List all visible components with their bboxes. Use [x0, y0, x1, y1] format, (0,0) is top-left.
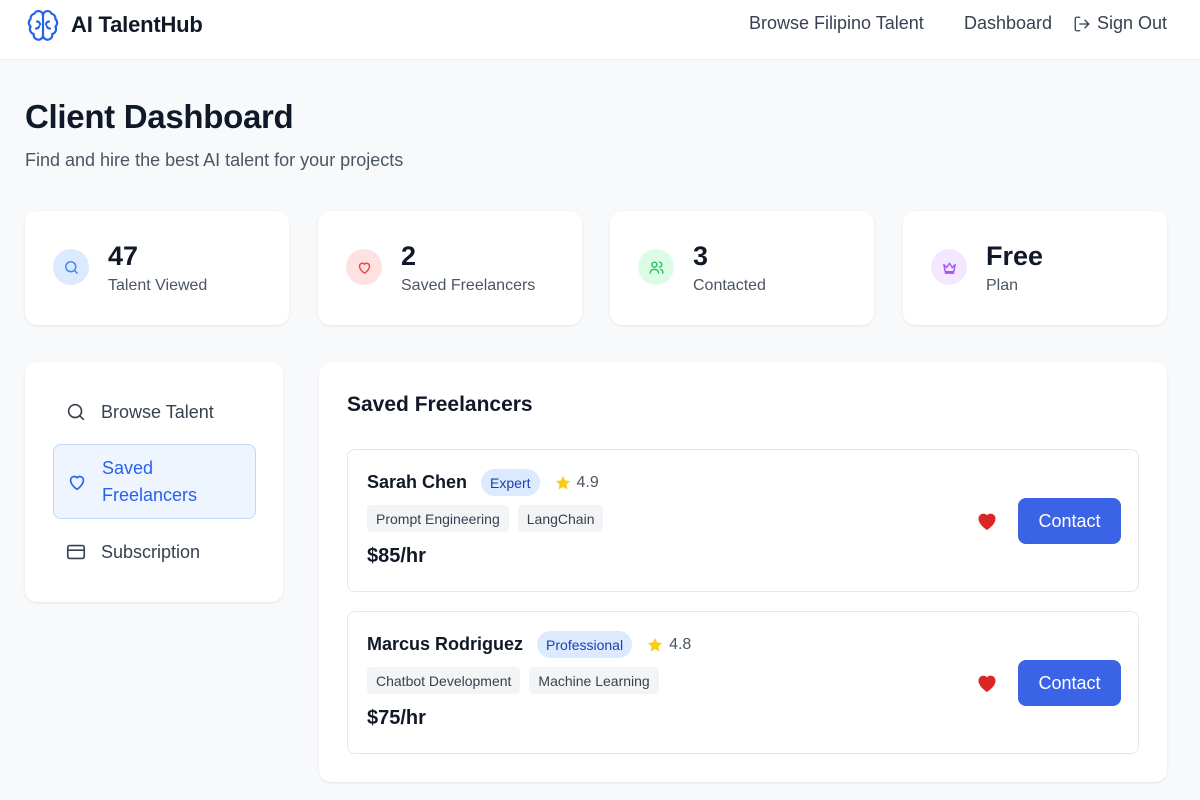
search-icon: [53, 249, 89, 285]
contact-button[interactable]: Contact: [1018, 498, 1121, 544]
stat-value: Free: [986, 241, 1044, 271]
skill-tag: Machine Learning: [529, 667, 659, 694]
freelancer-header: Marcus Rodriguez Professional 4.8: [367, 631, 691, 658]
level-badge: Professional: [537, 631, 633, 658]
stat-value: 47: [108, 241, 139, 271]
star-icon: [555, 475, 570, 489]
stat-card-plan: Free Plan: [903, 211, 1167, 325]
page-subtitle: Find and hire the best AI talent for you…: [25, 150, 404, 170]
stat-card-saved-freelancers: 2 Saved Freelancers: [318, 211, 582, 325]
skill-tags: Chatbot Development Machine Learning: [367, 667, 668, 694]
stat-value: 3: [693, 241, 709, 271]
sidebar-item-label: Subscription: [101, 541, 201, 562]
unsave-heart-button[interactable]: [975, 671, 999, 695]
stat-label: Talent Viewed: [108, 277, 208, 294]
freelancer-card: Sarah Chen Expert 4.9 Prompt Engineering…: [347, 449, 1139, 592]
search-icon: [67, 403, 85, 421]
users-icon: [638, 249, 674, 285]
hourly-rate: $75/hr: [367, 707, 426, 729]
sidebar: Browse Talent Saved Freelancers Subscrip…: [25, 362, 283, 602]
unsave-heart-button[interactable]: [975, 509, 999, 533]
heart-icon: [346, 249, 382, 285]
brain-icon: [25, 7, 61, 43]
nav-browse-filipino-talent[interactable]: Browse Filipino Talent: [749, 13, 924, 34]
skill-tag: Prompt Engineering: [367, 505, 509, 532]
stat-label: Plan: [986, 277, 1019, 294]
hourly-rate: $85/hr: [367, 545, 426, 567]
sidebar-item-browse-talent[interactable]: Browse Talent: [53, 398, 256, 426]
rating: 4.9: [554, 474, 599, 492]
panel-title: Saved Freelancers: [347, 393, 533, 416]
crown-icon: [931, 249, 967, 285]
stat-value: 2: [401, 241, 417, 271]
stat-label: Contacted: [693, 277, 766, 294]
sidebar-item-subscription[interactable]: Subscription: [53, 538, 256, 566]
sidebar-item-saved-freelancers[interactable]: Saved Freelancers: [53, 444, 256, 519]
brand-link[interactable]: AI TalentHub: [25, 7, 203, 43]
rating-value: 4.8: [669, 635, 692, 653]
contact-button[interactable]: Contact: [1018, 660, 1121, 706]
freelancer-card: Marcus Rodriguez Professional 4.8 Chatbo…: [347, 611, 1139, 754]
star-icon: [647, 637, 663, 651]
skill-tags: Prompt Engineering LangChain: [367, 505, 612, 532]
sign-out-link[interactable]: Sign Out: [1073, 13, 1167, 34]
heart-icon: [69, 475, 85, 490]
brand-name: AI TalentHub: [71, 12, 203, 37]
skill-tag: Chatbot Development: [367, 667, 521, 694]
sign-out-icon: [1074, 16, 1090, 31]
rating: 4.8: [646, 636, 691, 654]
stat-label: Saved Freelancers: [401, 277, 536, 294]
sidebar-item-label: Browse Talent: [101, 401, 214, 422]
saved-freelancers-panel: Saved Freelancers Sarah Chen Expert 4.9 …: [319, 362, 1167, 782]
credit-card-icon: [66, 544, 86, 560]
sign-out-label: Sign Out: [1097, 13, 1168, 33]
stat-card-talent-viewed: 47 Talent Viewed: [25, 211, 289, 325]
sidebar-item-label: Saved Freelancers: [102, 457, 198, 505]
stat-card-contacted: 3 Contacted: [610, 211, 874, 325]
heart-icon: [978, 675, 996, 692]
rating-value: 4.9: [576, 473, 599, 491]
freelancer-header: Sarah Chen Expert 4.9: [367, 469, 599, 496]
freelancer-name: Sarah Chen: [367, 472, 468, 492]
freelancer-name: Marcus Rodriguez: [367, 634, 524, 654]
skill-tag: LangChain: [517, 505, 604, 532]
top-navbar: AI TalentHub Browse Filipino Talent Dash…: [0, 0, 1200, 60]
page-title: Client Dashboard: [25, 98, 294, 135]
heart-icon: [978, 513, 996, 530]
level-badge: Expert: [481, 469, 540, 496]
nav-dashboard[interactable]: Dashboard: [964, 13, 1052, 34]
